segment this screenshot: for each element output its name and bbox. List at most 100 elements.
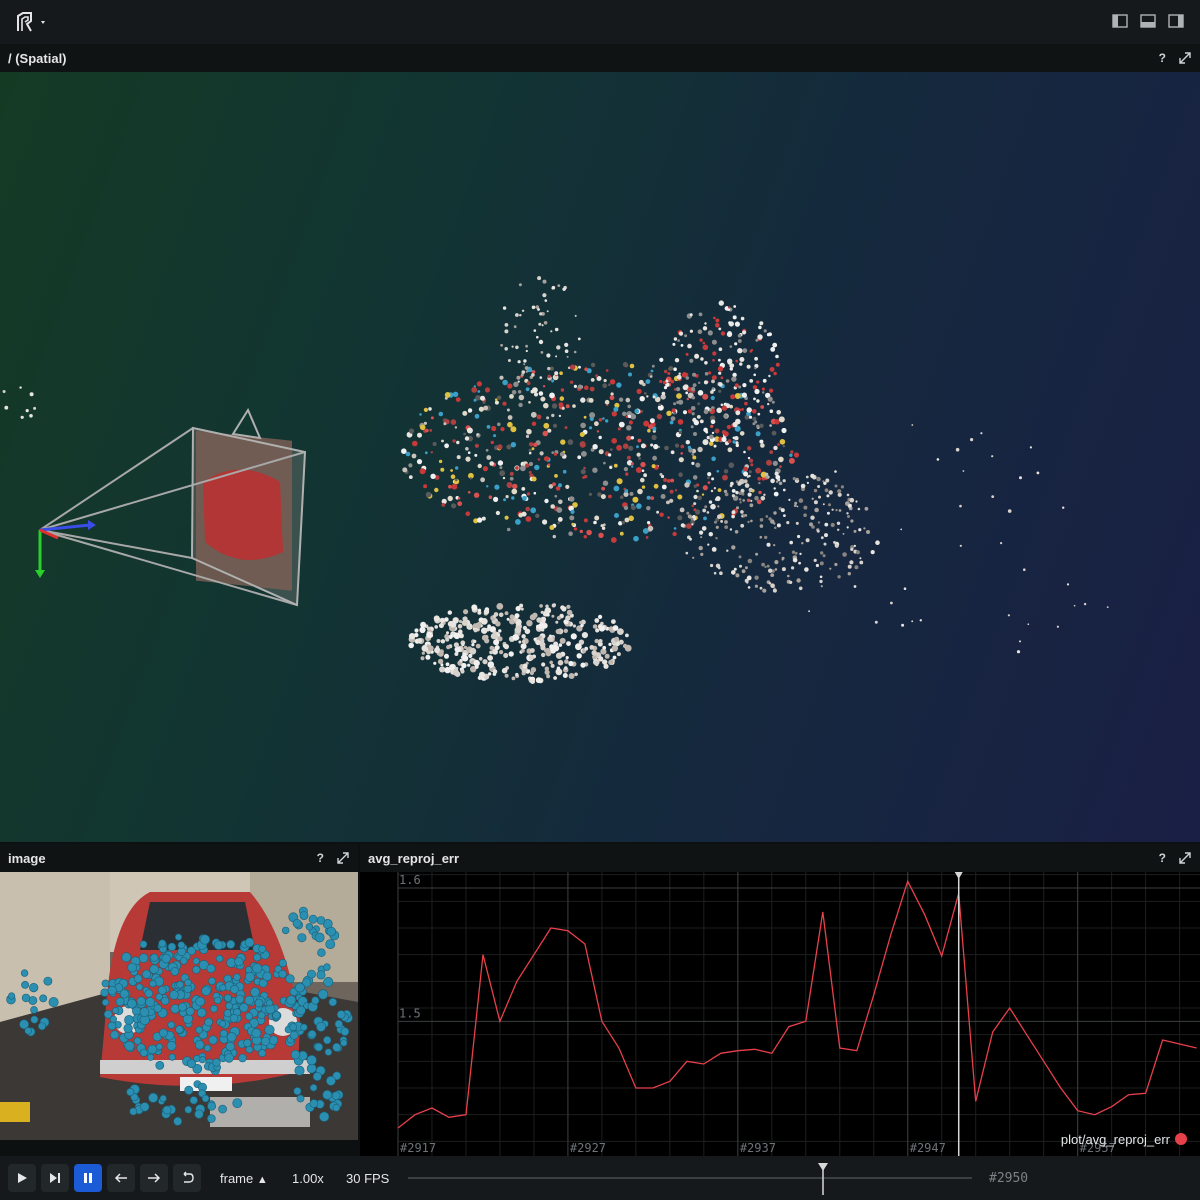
- point: [546, 353, 551, 358]
- point: [486, 425, 491, 429]
- camera-frustum[interactable]: [39, 407, 307, 607]
- expand-icon[interactable]: [336, 851, 350, 865]
- pause-button[interactable]: [74, 1164, 102, 1192]
- point: [699, 338, 703, 342]
- point: [482, 466, 488, 472]
- keypoint: [29, 982, 39, 993]
- point: [546, 416, 550, 420]
- plot-legend[interactable]: plot/avg_reproj_err: [1061, 1132, 1187, 1147]
- point: [711, 504, 714, 507]
- plot-canvas[interactable]: #2917 #2927 #2937 #2947 #29571.61.5 plot/avg…: [360, 872, 1200, 1156]
- point: [754, 356, 758, 361]
- playback-speed[interactable]: 1.00x: [292, 1171, 324, 1186]
- spatial-3d-view[interactable]: [0, 72, 1200, 842]
- point: [847, 564, 852, 569]
- point: [759, 423, 764, 428]
- expand-icon[interactable]: [1178, 51, 1192, 65]
- time-series-plot[interactable]: #2917 #2927 #2937 #2947 #2957 1.6 1.5 plot/avg…: [360, 872, 1200, 1156]
- point: [629, 363, 635, 369]
- point: [511, 390, 517, 395]
- bottom-panel-icon[interactable]: [1140, 14, 1156, 28]
- playhead-handle[interactable]: [816, 1163, 830, 1195]
- point: [603, 461, 606, 465]
- point: [689, 358, 694, 363]
- point: [453, 632, 461, 640]
- y-tick-label: 1.5: [399, 1006, 421, 1020]
- point: [735, 441, 739, 445]
- point: [739, 357, 745, 362]
- point: [699, 419, 704, 424]
- keypoint: [226, 1032, 237, 1042]
- point: [461, 619, 468, 627]
- point: [749, 379, 754, 383]
- point: [603, 379, 607, 383]
- point: [591, 650, 597, 656]
- step-forward-button[interactable]: [140, 1164, 168, 1192]
- point: [694, 353, 700, 359]
- point: [788, 457, 795, 464]
- point: [718, 358, 721, 362]
- point: [824, 522, 829, 527]
- time-cursor[interactable]: [954, 872, 963, 1156]
- left-panel-icon[interactable]: [1112, 14, 1128, 28]
- timeline-scrubber[interactable]: [408, 1163, 972, 1195]
- point: [769, 450, 774, 454]
- step-back-button[interactable]: [107, 1164, 135, 1192]
- point: [614, 513, 619, 518]
- point: [1066, 583, 1070, 586]
- point: [836, 521, 841, 525]
- point: [700, 536, 703, 539]
- point: [781, 567, 786, 572]
- play-button[interactable]: [8, 1164, 36, 1192]
- point: [592, 624, 598, 629]
- keypoint: [101, 998, 110, 1006]
- step-to-end-button[interactable]: [41, 1164, 69, 1192]
- point: [433, 661, 437, 665]
- point: [766, 542, 771, 547]
- point: [711, 547, 717, 552]
- point: [543, 402, 549, 409]
- help-icon[interactable]: ?: [317, 851, 324, 865]
- point-cloud-canvas[interactable]: [0, 72, 1200, 842]
- point: [837, 575, 841, 579]
- point: [545, 604, 549, 608]
- point: [780, 508, 785, 513]
- point: [772, 588, 777, 593]
- point: [525, 506, 530, 512]
- help-icon[interactable]: ?: [1159, 51, 1166, 65]
- loop-button[interactable]: [173, 1164, 201, 1192]
- plot-view-title: avg_reproj_err: [368, 850, 460, 866]
- point: [731, 489, 736, 493]
- point: [425, 428, 429, 433]
- timeline-selector[interactable]: frame ▲: [220, 1171, 268, 1186]
- rerun-logo-icon[interactable]: [14, 11, 52, 33]
- point: [2, 390, 6, 393]
- playback-fps[interactable]: 30 FPS: [346, 1171, 389, 1186]
- point: [697, 446, 703, 453]
- point: [734, 530, 739, 534]
- point: [659, 473, 663, 476]
- point: [741, 488, 744, 492]
- point: [538, 322, 542, 326]
- point: [473, 492, 480, 498]
- point: [623, 487, 627, 491]
- expand-icon[interactable]: [1178, 851, 1192, 865]
- point: [761, 562, 765, 567]
- point: [468, 653, 473, 659]
- right-panel-icon[interactable]: [1168, 14, 1184, 28]
- point: [528, 451, 532, 455]
- point: [522, 639, 526, 644]
- point: [558, 483, 562, 488]
- point: [816, 529, 820, 533]
- point: [640, 410, 644, 413]
- point: [820, 551, 824, 555]
- point: [791, 566, 795, 570]
- keypoint: [139, 940, 148, 949]
- keypoint: [322, 1090, 333, 1100]
- image-view[interactable]: [0, 872, 358, 1140]
- point: [530, 648, 535, 653]
- point: [445, 637, 450, 642]
- keypoint: [8, 992, 16, 1000]
- help-icon[interactable]: ?: [1159, 851, 1166, 865]
- point: [420, 621, 427, 628]
